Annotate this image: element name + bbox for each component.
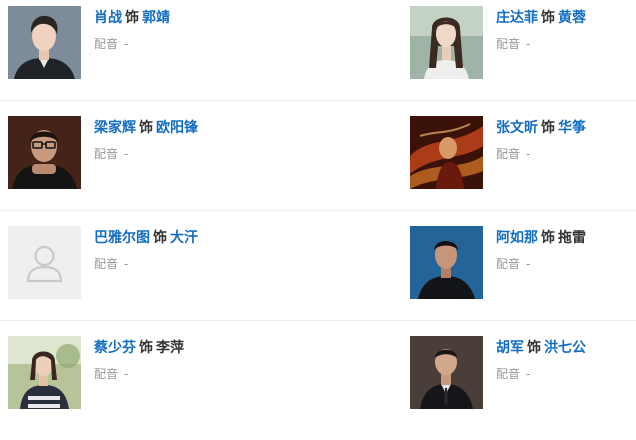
as-label: 饰 bbox=[541, 10, 555, 26]
actor-photo[interactable] bbox=[410, 6, 483, 79]
portrait-dark-suit-tie-image bbox=[410, 336, 483, 409]
actor-name-link[interactable]: 胡军 bbox=[496, 340, 524, 356]
role-name-text: 李萍 bbox=[156, 340, 184, 356]
actor-photo[interactable] bbox=[410, 336, 483, 409]
row-divider bbox=[0, 210, 636, 211]
dub-value: - bbox=[526, 367, 531, 381]
actor-photo[interactable] bbox=[410, 226, 483, 299]
role-name-text: 拖雷 bbox=[558, 230, 586, 246]
actor-photo[interactable] bbox=[8, 116, 81, 189]
cast-row: 巴雅尔图饰大汗 配音 - 阿如那饰拖雷 配音 - bbox=[0, 220, 636, 330]
role-name-link[interactable]: 黄蓉 bbox=[558, 10, 586, 26]
cast-row: 蔡少芬饰李萍 配音 - 胡军饰洪七公 配音 - bbox=[0, 330, 636, 440]
dub-label: 配音 bbox=[496, 367, 521, 381]
dub-label: 配音 bbox=[94, 257, 119, 271]
dub-label: 配音 bbox=[496, 147, 521, 161]
as-label: 饰 bbox=[125, 10, 139, 26]
actor-name-link[interactable]: 肖战 bbox=[94, 10, 122, 26]
actor-photo[interactable] bbox=[8, 336, 81, 409]
portrait-motion-red-image bbox=[410, 116, 483, 189]
portrait-dark-suit-image bbox=[8, 6, 81, 79]
dub-value: - bbox=[124, 367, 129, 381]
actor-photo[interactable] bbox=[8, 6, 81, 79]
actor-name-link[interactable]: 阿如那 bbox=[496, 230, 538, 246]
dub-label: 配音 bbox=[94, 37, 119, 51]
dub-value: - bbox=[124, 257, 129, 271]
as-label: 饰 bbox=[139, 120, 153, 136]
role-name-link[interactable]: 大汗 bbox=[170, 230, 198, 246]
actor-name-link[interactable]: 梁家辉 bbox=[94, 120, 136, 136]
as-label: 饰 bbox=[541, 230, 555, 246]
row-divider bbox=[0, 320, 636, 321]
cast-row: 梁家辉饰欧阳锋 配音 - 张文昕饰华筝 配音 - bbox=[0, 110, 636, 220]
as-label: 饰 bbox=[541, 120, 555, 136]
as-label: 饰 bbox=[139, 340, 153, 356]
dub-label: 配音 bbox=[94, 147, 119, 161]
placeholder-avatar-icon bbox=[8, 226, 81, 299]
actor-name-link[interactable]: 庄达菲 bbox=[496, 10, 538, 26]
actor-photo[interactable] bbox=[8, 226, 81, 299]
actor-photo[interactable] bbox=[410, 116, 483, 189]
actor-name-link[interactable]: 巴雅尔图 bbox=[94, 230, 150, 246]
portrait-outdoor-image bbox=[8, 336, 81, 409]
as-label: 饰 bbox=[153, 230, 167, 246]
portrait-blue-bg-image bbox=[410, 226, 483, 299]
dub-value: - bbox=[124, 147, 129, 161]
role-name-link[interactable]: 洪七公 bbox=[544, 340, 586, 356]
role-name-link[interactable]: 华筝 bbox=[558, 120, 586, 136]
portrait-glasses-image bbox=[8, 116, 81, 189]
role-name-link[interactable]: 郭靖 bbox=[142, 10, 170, 26]
as-label: 饰 bbox=[527, 340, 541, 356]
cast-row: 肖战饰郭靖 配音 - 庄达菲饰黄蓉 配音 - bbox=[0, 0, 636, 110]
row-divider bbox=[0, 100, 636, 101]
role-name-link[interactable]: 欧阳锋 bbox=[156, 120, 198, 136]
dub-value: - bbox=[526, 37, 531, 51]
dub-value: - bbox=[526, 147, 531, 161]
portrait-long-hair-image bbox=[410, 6, 483, 79]
actor-name-link[interactable]: 蔡少芬 bbox=[94, 340, 136, 356]
dub-value: - bbox=[526, 257, 531, 271]
dub-label: 配音 bbox=[496, 37, 521, 51]
actor-name-link[interactable]: 张文昕 bbox=[496, 120, 538, 136]
dub-label: 配音 bbox=[496, 257, 521, 271]
dub-value: - bbox=[124, 37, 129, 51]
dub-label: 配音 bbox=[94, 367, 119, 381]
